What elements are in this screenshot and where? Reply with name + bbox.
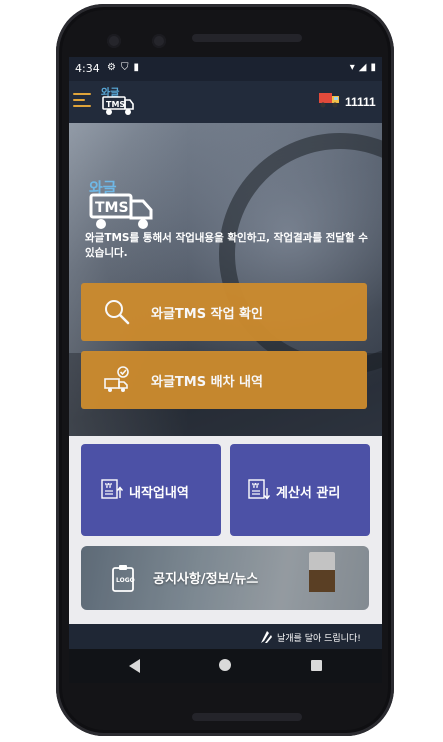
invoice-management-label: 계산서 관리: [276, 486, 341, 501]
wifi-icon: ▾: [349, 62, 355, 73]
system-nav-bar: [69, 649, 382, 683]
my-work-history-label: 내작업내역: [129, 486, 189, 501]
hero-banner: 와글 TMS 와글TMS를 통해서 작업내용을 확인하고, 작업결과를 전달할 …: [69, 123, 382, 436]
sdcard-icon: ▮: [133, 62, 139, 73]
back-icon[interactable]: [129, 659, 140, 673]
camera-lens-2: [152, 34, 166, 48]
svg-text:₩: ₩: [105, 482, 112, 490]
bottom-speaker: [192, 713, 302, 721]
dispatch-history-button[interactable]: 와글TMS 배차 내역: [81, 351, 367, 409]
hero-logo-text-bottom: TMS: [95, 200, 129, 216]
battery-icon: ▮: [370, 62, 376, 73]
menu-icon[interactable]: [73, 93, 91, 107]
footer-bar: 날개를 달아 드립니다!: [69, 624, 382, 649]
invoice-upload-icon: ₩: [101, 479, 123, 499]
status-time: 4:34: [75, 62, 100, 75]
footer-slogan: 날개를 달아 드립니다!: [277, 634, 361, 644]
svg-text:LOGO: LOGO: [116, 577, 135, 584]
dispatch-history-label: 와글TMS 배차 내역: [151, 375, 263, 390]
invoice-management-tile[interactable]: ₩ 계산서 관리: [230, 444, 370, 536]
gear-icon: ⚙: [107, 62, 116, 73]
hero-logo: 와글 TMS: [89, 179, 153, 229]
notice-news-banner[interactable]: LOGO 공지사항/정보/뉴스: [81, 546, 369, 610]
hero-description: 와글TMS를 통해서 작업내용을 확인하고, 작업결과를 전달할 수 있습니다.: [85, 232, 368, 259]
user-id: 11111: [345, 95, 376, 109]
app-screen: 4:34 ⚙ ⛉ ▮ ▾ ◢ ▮ 와글 TMS 11111 와글 TMS 와글T…: [69, 57, 382, 683]
recent-apps-icon[interactable]: [311, 660, 322, 671]
shield-icon: ⛉: [120, 62, 129, 73]
search-icon: [105, 300, 130, 325]
svg-text:₩: ₩: [252, 482, 259, 490]
waggle-tms-logo[interactable]: 와글 TMS: [99, 85, 135, 117]
status-left-icons: ⚙ ⛉ ▮: [107, 62, 139, 73]
top-speaker: [192, 34, 302, 42]
work-check-button[interactable]: 와글TMS 작업 확인: [81, 283, 367, 341]
status-right-icons: ▾ ◢ ▮: [350, 62, 376, 73]
notice-news-label: 공지사항/정보/뉴스: [153, 572, 259, 587]
status-bar: 4:34 ⚙ ⛉ ▮ ▾ ◢ ▮: [69, 57, 382, 81]
my-work-history-tile[interactable]: ₩ 내작업내역: [81, 444, 221, 536]
signal-icon: ◢: [358, 62, 367, 73]
wing-icon: [261, 631, 272, 643]
home-icon[interactable]: [219, 659, 231, 671]
app-bar: 와글 TMS 11111: [69, 81, 382, 123]
work-check-label: 와글TMS 작업 확인: [151, 307, 263, 322]
truck-check-icon: [104, 366, 129, 392]
logo-text-bottom: TMS: [106, 100, 125, 109]
clipboard-logo-icon: LOGO: [112, 565, 135, 592]
camera-lens-1: [107, 34, 121, 48]
invoice-download-icon: ₩: [248, 479, 270, 500]
delivery-truck-icon: [319, 93, 339, 108]
